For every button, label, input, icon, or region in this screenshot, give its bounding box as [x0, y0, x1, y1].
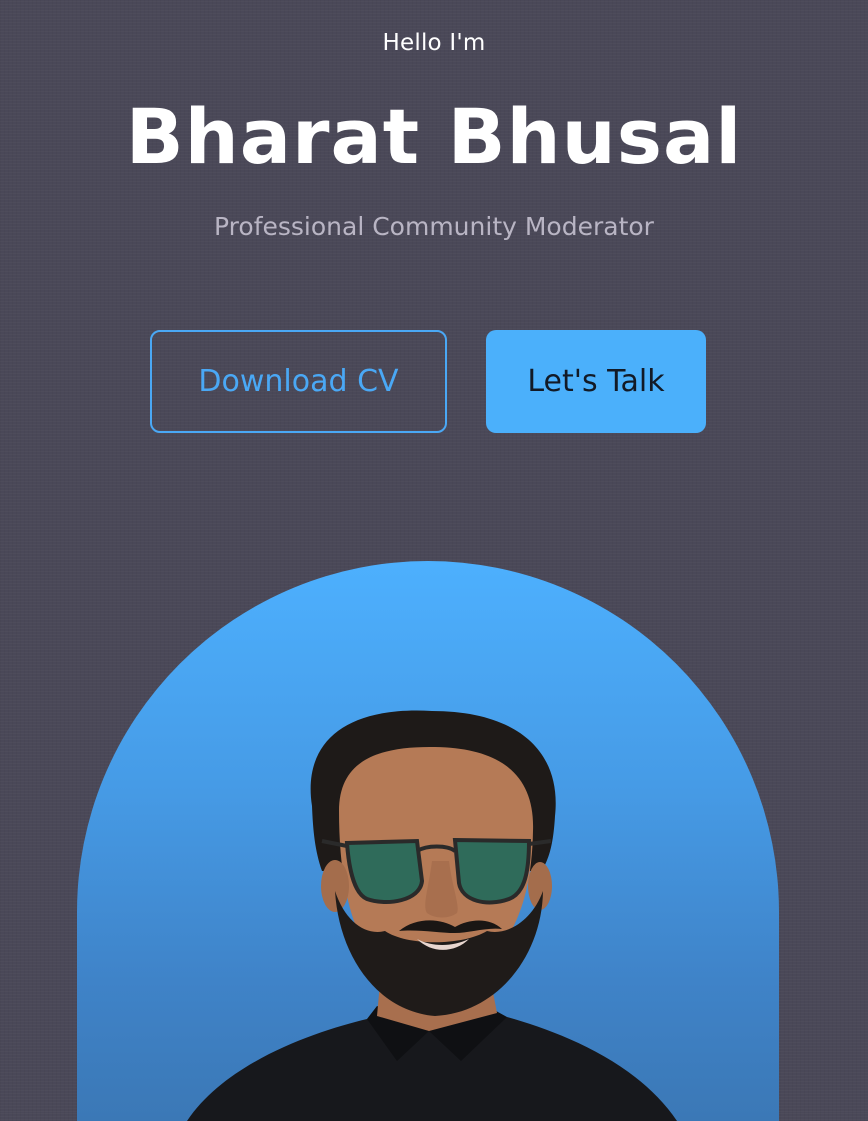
portrait-frame [77, 561, 779, 1121]
download-cv-button[interactable]: Download CV [150, 330, 447, 433]
left-ear [321, 860, 349, 912]
hero-name: Bharat Bhusal [125, 92, 743, 181]
lets-talk-button[interactable]: Let's Talk [486, 330, 706, 433]
portrait-photo [187, 710, 677, 1121]
hero-role: Professional Community Moderator [214, 212, 654, 241]
greeting-text: Hello I'm [382, 30, 486, 56]
